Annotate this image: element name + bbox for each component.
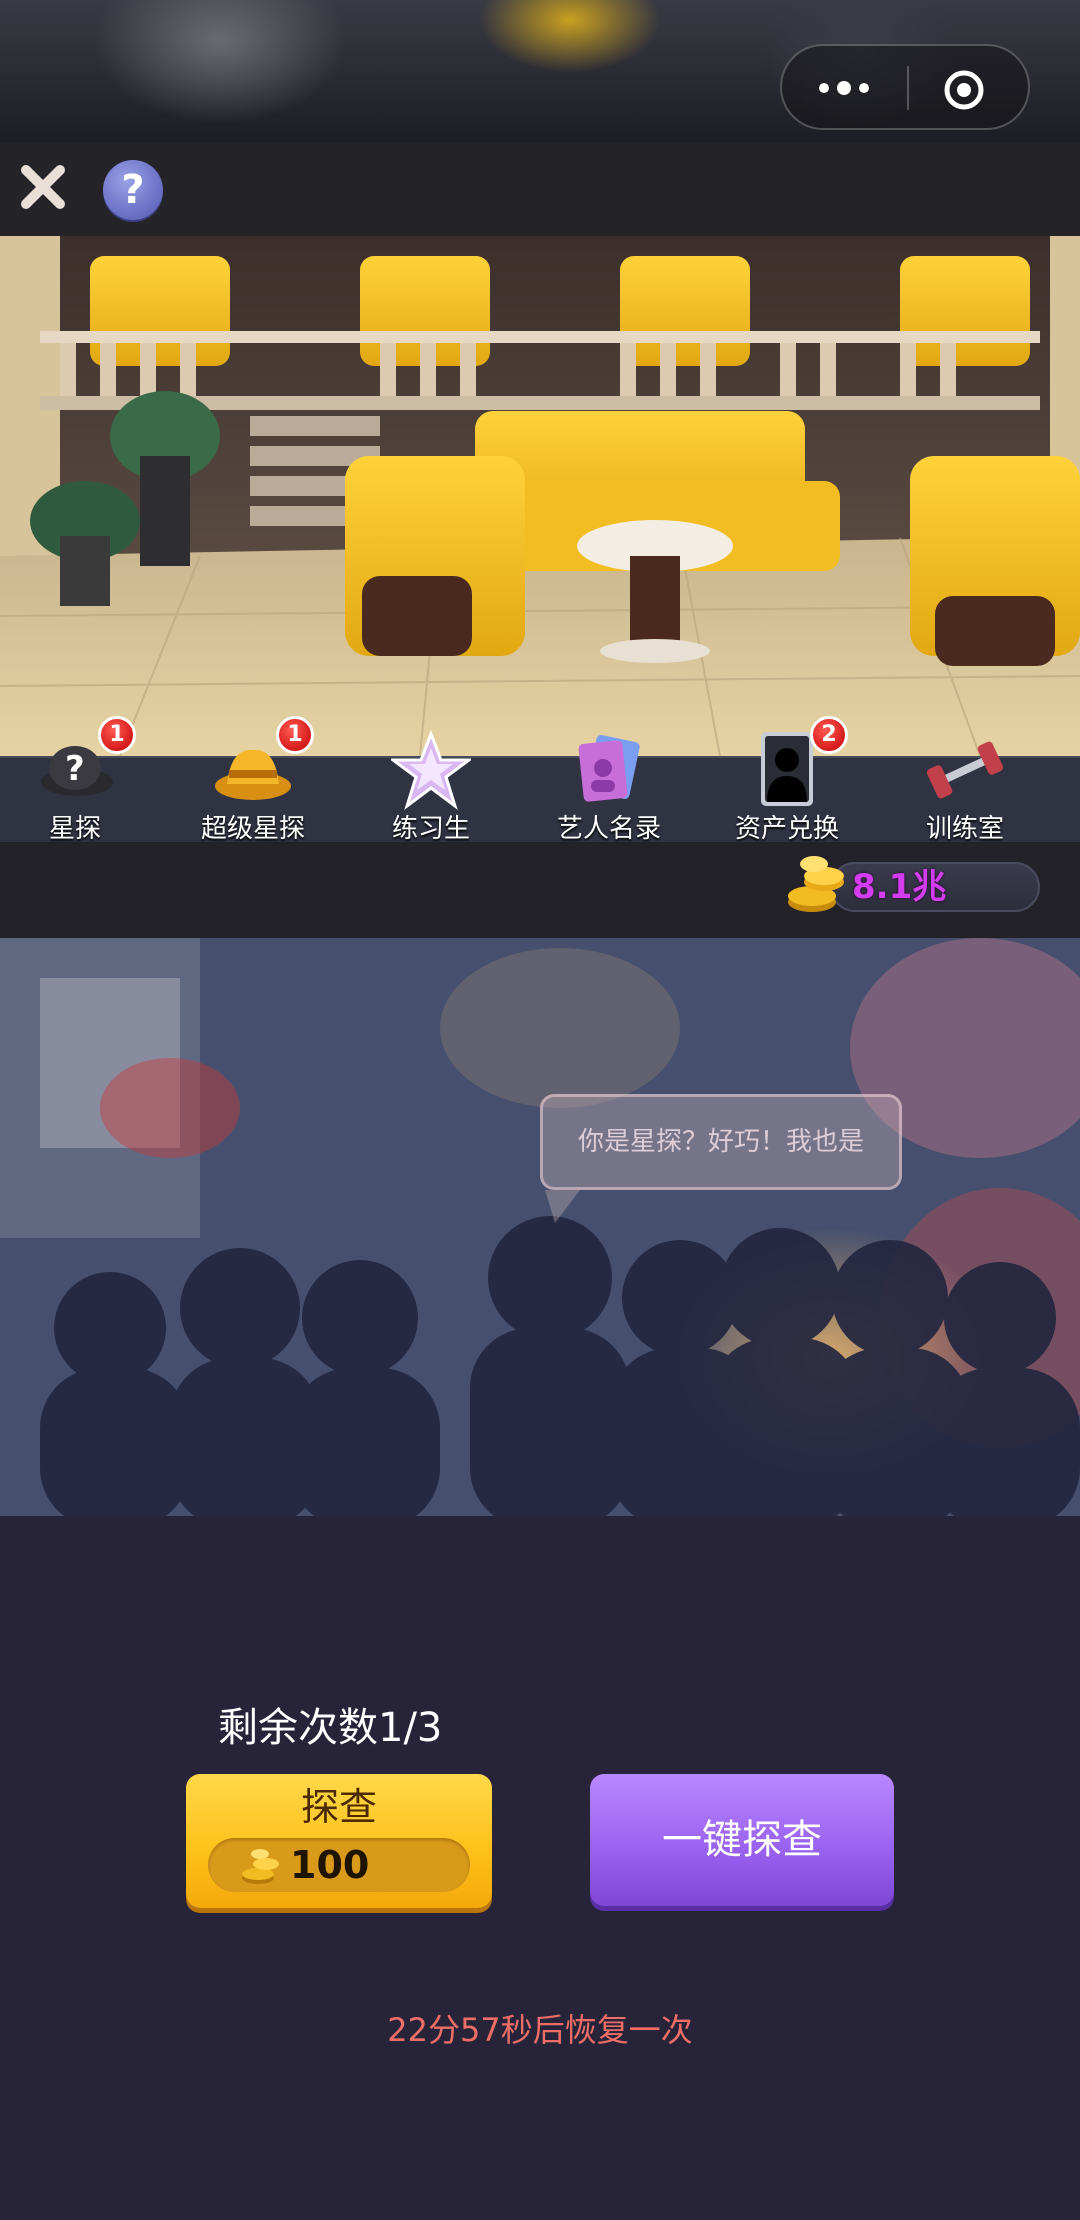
gold-coins-icon xyxy=(242,1849,279,1884)
menu-label: 星探 xyxy=(48,814,101,844)
menu-item-training-room[interactable]: 训练室 xyxy=(890,730,1040,844)
help-icon: ? xyxy=(121,167,145,213)
menu-item-super-scout[interactable]: 1 超级星探 xyxy=(178,716,328,844)
close-icon[interactable] xyxy=(16,160,70,214)
probe-cost-value: 100 xyxy=(290,1843,370,1887)
speech-bubble: 你是星探？好巧！我也是 xyxy=(540,1094,902,1190)
lobby-scene xyxy=(0,236,1080,756)
photo-cards-icon xyxy=(578,734,640,802)
help-button[interactable]: ? xyxy=(103,160,163,220)
remaining-attempts: 剩余次数1/3 xyxy=(218,1705,443,1751)
probe-button-label: 探查 xyxy=(300,1785,377,1829)
currency-value: 8.1兆 xyxy=(852,867,947,907)
exit-target-icon[interactable] xyxy=(942,68,986,112)
svg-text:?: ? xyxy=(65,749,85,789)
dumbbell-icon xyxy=(926,741,1004,799)
crowd-silhouette-illustration xyxy=(0,938,1080,1516)
notification-badge: 1 xyxy=(276,716,314,754)
menu-label: 练习生 xyxy=(391,814,470,844)
more-menu-button[interactable] xyxy=(812,78,876,98)
one-key-probe-button[interactable]: 一键探查 xyxy=(590,1774,894,1906)
notification-badge: 1 xyxy=(98,716,136,754)
menu-item-scout[interactable]: ? 1 星探 xyxy=(0,716,150,844)
recover-timer: 22分57秒后恢复一次 xyxy=(387,2011,693,2049)
mini-program-capsule xyxy=(780,44,1030,130)
menu-label: 资产兑换 xyxy=(734,814,839,844)
menu-label: 训练室 xyxy=(925,814,1004,844)
menu-label: 艺人名录 xyxy=(556,814,661,844)
lobby-illustration xyxy=(0,236,1080,756)
menu-label: 超级星探 xyxy=(200,814,305,844)
gold-coins-icon xyxy=(788,856,844,912)
scout-crowd-banner xyxy=(0,938,1080,1516)
probe-cost-pill: 100 xyxy=(208,1838,470,1892)
menu-item-trainee[interactable]: 练习生 xyxy=(356,730,506,844)
menu-item-artist-directory[interactable]: 艺人名录 xyxy=(534,730,684,844)
capsule-divider xyxy=(907,66,909,110)
notification-badge: 2 xyxy=(810,716,848,754)
star-icon xyxy=(391,730,471,810)
scout-panel xyxy=(0,1516,1080,2220)
menu-item-asset-exchange[interactable]: 2 资产兑换 xyxy=(712,716,862,844)
probe-button[interactable]: 探查 100 xyxy=(186,1774,492,1908)
